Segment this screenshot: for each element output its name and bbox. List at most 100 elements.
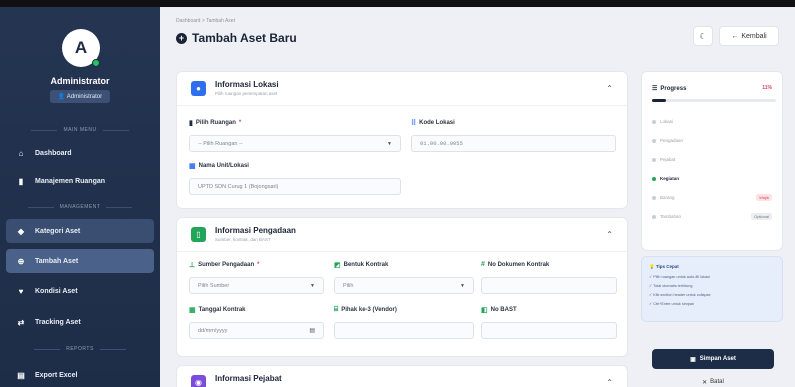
tags-icon: ◆ [17,226,25,236]
label-nama-unit: ▦ Nama Unit/Lokasi [189,163,249,170]
cancel-button[interactable]: ✕ Batal [652,374,774,387]
card-header-pengadaan[interactable]: ▯ Informasi Pengadaan Sumber, kontrak, d… [177,218,627,252]
app-root: A Administrator 👤 Administrator MAIN MEN… [0,0,795,387]
chevron-up-icon[interactable]: ⌃ [606,378,613,387]
progress-bar-fill [652,99,666,102]
progress-title: ☰ Progress [652,85,687,93]
role-badge: 👤 Administrator [49,90,111,103]
tip-item: ✓ Total otomatis terhitung [649,284,693,288]
sidebar-item-dashboard[interactable]: ⌂ Dashboard [6,141,154,165]
step-label: Pengadaan [660,138,684,143]
select-bentuk-kontrak[interactable]: Pilih ▼ [334,277,474,294]
nama-unit-field[interactable]: UPTD SDN Curug 1 (Bojongsari) [189,178,401,195]
plus-circle-icon: ⊕ [17,256,25,266]
user-icon: 👤 [57,94,67,100]
chevron-down-icon: ▼ [310,282,315,289]
route-icon: ⇄ [17,317,25,327]
window-top-bar [0,0,795,7]
sidebar-item-kategori-aset[interactable]: ◆ Kategori Aset [6,219,154,243]
select-sumber-pengadaan[interactable]: Pilih Sumber ▼ [189,277,324,294]
label-pilih-ruangan: ▮ Pilih Ruangan * [189,120,242,127]
tips-title: 💡 Tips Cepat [649,264,679,269]
progress-step-pengadaan[interactable]: Pengadaan [652,138,683,143]
progress-step-tambahan[interactable]: Tambahan [652,214,681,219]
list-icon: ☰ [652,86,658,92]
progress-step-barang[interactable]: Barang [652,195,675,200]
card-title: Informasi Pejabat [215,374,282,383]
theme-toggle-button[interactable]: ☾ [693,26,713,46]
card-informasi-pengadaan: ▯ Informasi Pengadaan Sumber, kontrak, d… [176,217,628,357]
step-dot-icon [652,119,656,124]
step-badge: Wajib [756,194,772,201]
progress-step-kegiatan[interactable]: Kegiatan [652,176,679,181]
no-dokumen-kontrak-input[interactable] [481,277,617,294]
tip-item: ✓ Klik section header untuk collapse [649,293,711,297]
select-ruangan[interactable]: -- Pilih Ruangan -- ▼ [189,135,401,152]
barcode-icon: ⠿ [411,120,417,127]
chevron-up-icon[interactable]: ⌃ [606,230,613,239]
label-sumber-pengadaan: ⊥ Sumber Pengadaan * [189,262,260,269]
label-no-dokumen-kontrak: # No Dokumen Kontrak [481,261,550,268]
step-dot-icon [652,195,656,200]
lightbulb-icon: 💡 [649,264,656,269]
chevron-down-icon: ▼ [387,140,392,147]
label-bentuk-kontrak: ◩ Bentuk Kontrak [334,262,389,269]
online-status-dot [92,59,100,67]
sidebar-item-tracking-aset[interactable]: ⇄ Tracking Aset [6,310,154,334]
main-content: Dashboard > Tambah Aset + Tambah Aset Bar… [160,7,795,387]
tips-box: 💡 Tips Cepat ✓ Pilih ruangan untuk auto-… [641,256,783,322]
label-tanggal-kontrak: ▦ Tanggal Kontrak [189,307,246,314]
progress-card: ☰ Progress 11% Lokasi Pengadaan Pejabat Kegi… [641,71,783,251]
plus-circle-icon: + [176,32,187,44]
file-contract-icon: ◩ [334,262,341,269]
section-label-main: MAIN MENU [0,127,160,133]
close-icon: ✕ [702,379,708,386]
door-icon: ▮ [189,120,193,127]
sidebar-item-tambah-aset[interactable]: ⊕ Tambah Aset [6,249,154,273]
progress-step-pejabat[interactable]: Pejabat [652,157,675,162]
save-button[interactable]: ▣ Simpan Aset [652,349,774,369]
save-icon: ▣ [690,356,696,363]
card-title: Informasi Lokasi [215,80,279,89]
label-pihak-ketiga: ⌸ Pihak ke-3 (Vendor) [334,306,397,313]
step-dot-icon [652,214,656,219]
label-kode-lokasi: ⠿ Kode Lokasi [411,120,455,127]
chevron-up-icon[interactable]: ⌃ [606,84,613,93]
section-label-management: MANAGEMENT [0,204,160,210]
hand-coins-icon: ⊥ [189,262,196,269]
sidebar: A Administrator 👤 Administrator MAIN MEN… [0,7,160,387]
sidebar-item-export-excel[interactable]: ▤ Export Excel [6,363,154,387]
tip-item: ✓ Pilih ruangan untuk auto-fill lokasi [649,275,710,279]
user-tie-icon: ◉ [191,375,206,387]
chevron-down-icon: ▼ [460,282,465,289]
tanggal-kontrak-input[interactable]: dd/mm/yyyy ▤ [189,322,324,339]
heart-icon: ♥ [18,286,24,296]
sidebar-item-kondisi-aset[interactable]: ♥ Kondisi Aset [6,279,154,303]
arrow-left-icon: ← [731,32,739,40]
pihak-ketiga-input[interactable] [334,322,474,339]
hash-icon: # [481,261,485,268]
sidebar-item-manajemen-ruangan[interactable]: ▮ Manajemen Ruangan [6,169,154,193]
breadcrumb[interactable]: Dashboard > Tambah Aset [176,18,235,24]
step-label: Lokasi [660,119,674,124]
user-name: Administrator [50,76,110,86]
map-pin-icon: ● [191,81,206,96]
no-bast-input[interactable] [481,322,617,339]
step-badge: Optional [751,213,772,220]
card-title: Informasi Pengadaan [215,226,296,235]
progress-step-lokasi[interactable]: Lokasi [652,119,673,124]
section-label-reports: REPORTS [0,346,160,352]
card-informasi-pejabat: ◉ Informasi Pejabat ⌃ [176,365,628,387]
card-header-pejabat[interactable]: ◉ Informasi Pejabat ⌃ [177,366,627,387]
card-informasi-lokasi: ● Informasi Lokasi Pilih ruangan penempa… [176,71,628,209]
calendar-icon: ▦ [189,307,196,314]
store-icon: ⌸ [334,306,339,313]
building-icon: ▦ [189,163,196,170]
tip-item: ✓ Ctrl+Enter untuk simpan [649,302,695,306]
step-label: Barang [660,195,675,200]
back-button[interactable]: ← Kembali [719,26,779,46]
calendar-icon[interactable]: ▤ [309,327,315,334]
kode-lokasi-field[interactable]: 01.00.00.0055 [411,135,616,152]
page-title: + Tambah Aset Baru [176,31,297,45]
card-header-lokasi[interactable]: ● Informasi Lokasi Pilih ruangan penempa… [177,72,627,106]
